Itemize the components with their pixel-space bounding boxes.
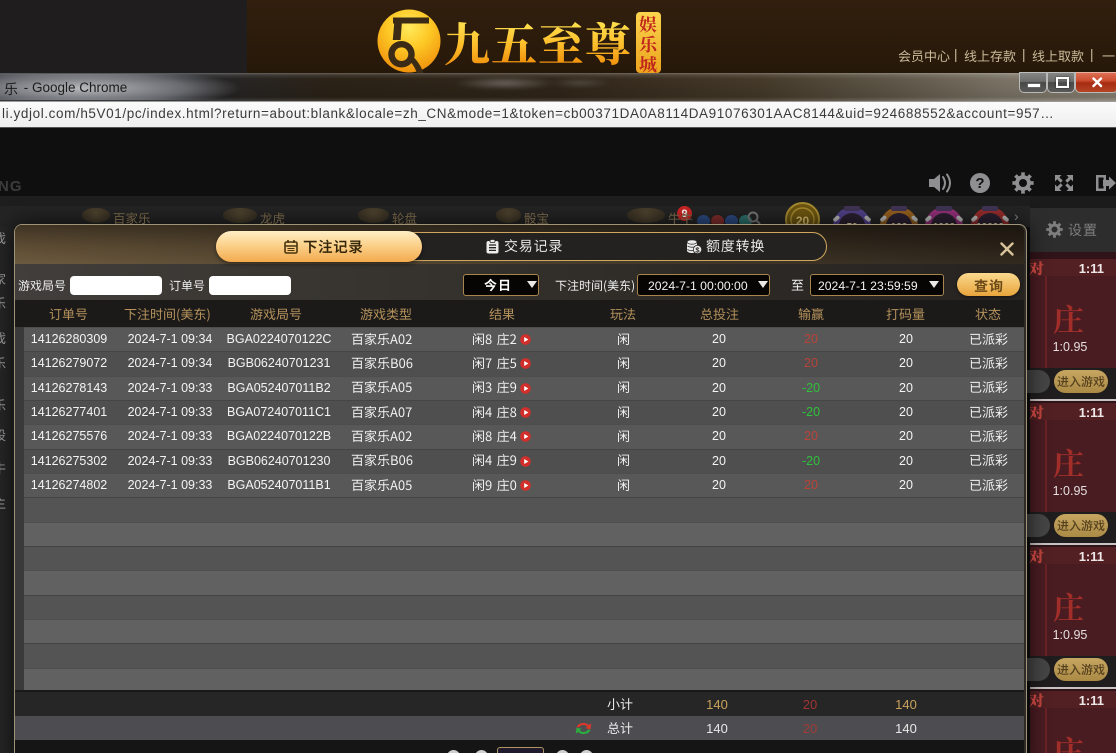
svg-text:?: ? [975, 175, 984, 192]
